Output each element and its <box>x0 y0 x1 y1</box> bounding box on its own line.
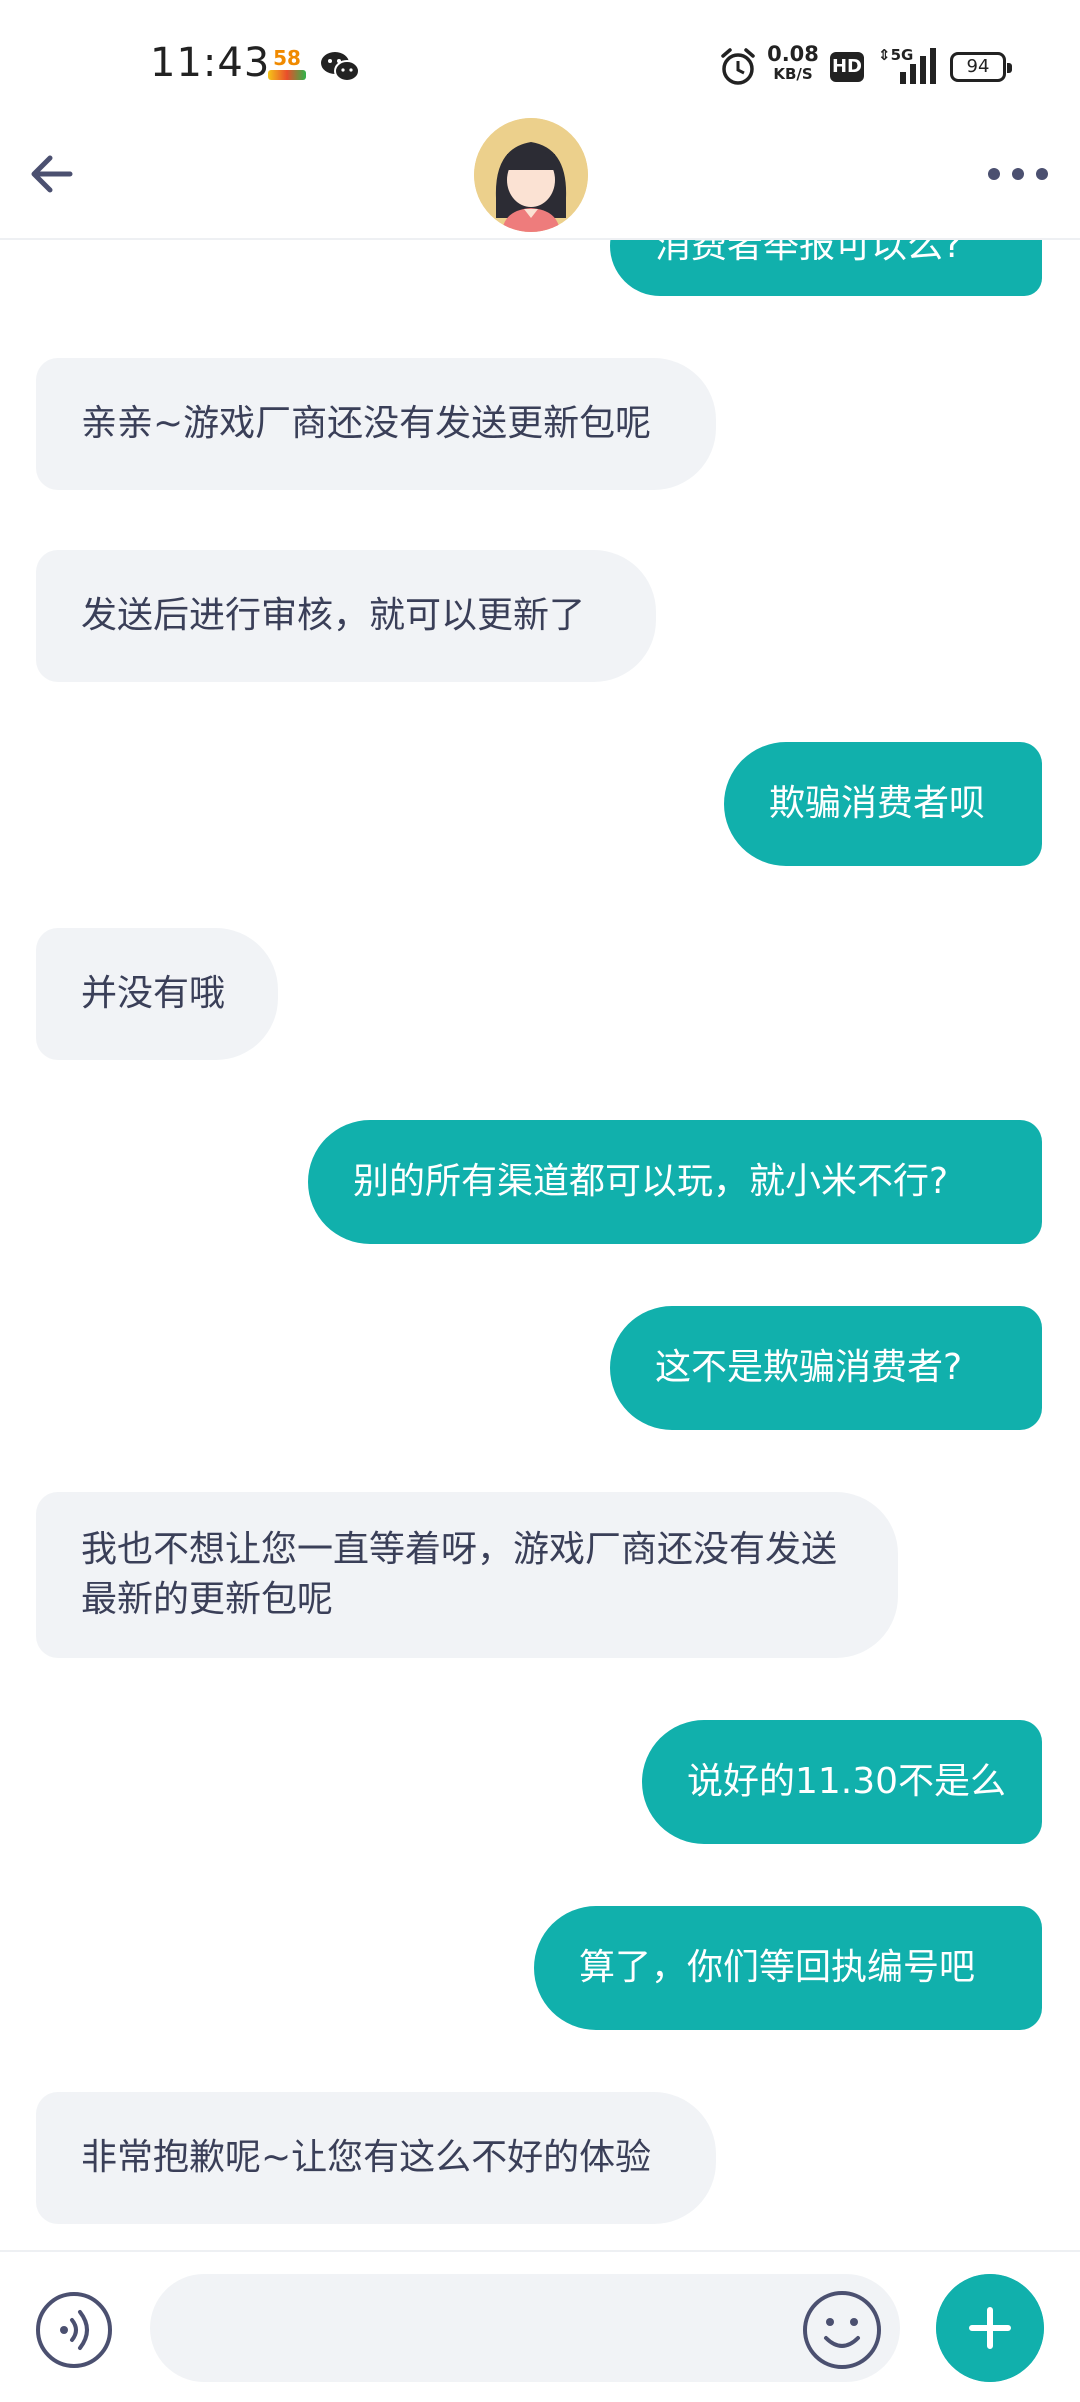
message-text: 别的所有渠道都可以玩，就小米不行? <box>353 1161 949 1202</box>
message-text: 这不是欺骗消费者? <box>655 1347 963 1388</box>
message-bubble-user: 这不是欺骗消费者? <box>610 1306 1042 1430</box>
message-text: 消费者举报可以么? <box>655 238 963 266</box>
speed-unit: KB/S <box>773 65 813 83</box>
plus-icon[interactable] <box>936 2274 1044 2382</box>
message-bubble-user: 算了，你们等回执编号吧 <box>534 1906 1042 2030</box>
battery-indicator: 94 <box>950 52 1012 82</box>
message-text: 欺骗消费者呗 <box>769 783 986 824</box>
arrow-left-icon[interactable] <box>24 146 80 202</box>
message-text: 并没有哦 <box>81 973 226 1014</box>
chat-header <box>0 118 1080 240</box>
chat-messages[interactable]: 消费者举报可以么? 亲亲~游戏厂商还没有发送更新包呢 发送后进行审核，就可以更新… <box>0 238 1080 2228</box>
cartoon-girl-avatar-icon <box>474 118 588 232</box>
message-bubble-agent: 并没有哦 <box>36 928 278 1060</box>
signal-5g-icon: ⇕5G <box>878 46 936 84</box>
message-bubble-agent: 发送后进行审核，就可以更新了 <box>36 550 656 682</box>
voice-input-icon[interactable] <box>34 2290 114 2370</box>
message-input[interactable] <box>150 2274 900 2382</box>
alarm-icon <box>721 48 755 85</box>
message-text: 发送后进行审核，就可以更新了 <box>81 595 586 636</box>
emoji-icon[interactable] <box>800 2288 884 2372</box>
hd-badge: HD <box>830 52 864 82</box>
message-bubble-user: 别的所有渠道都可以玩，就小米不行? <box>308 1120 1042 1244</box>
avatar[interactable] <box>474 118 588 232</box>
svg-text:⇕5G: ⇕5G <box>878 46 913 64</box>
status-bar: 11:43 58 0.08 KB/S HD ⇕5G 94 <box>0 0 1080 118</box>
message-bubble-user: 说好的11.30不是么 <box>642 1720 1042 1844</box>
speed-value: 0.08 <box>767 42 819 66</box>
message-text: 非常抱歉呢~让您有这么不好的体验 <box>81 2137 652 2178</box>
message-bubble-user: 消费者举报可以么? <box>610 238 1042 296</box>
message-bubble-user: 欺骗消费者呗 <box>724 742 1042 866</box>
message-text: 亲亲~游戏厂商还没有发送更新包呢 <box>81 403 652 444</box>
app-58-icon: 58 <box>268 48 306 84</box>
message-text: 说好的11.30不是么 <box>687 1761 1007 1802</box>
message-bubble-agent: 我也不想让您一直等着呀，游戏厂商还没有发送最新的更新包呢 <box>36 1492 898 1658</box>
message-bubble-agent: 亲亲~游戏厂商还没有发送更新包呢 <box>36 358 716 490</box>
more-dots-icon[interactable] <box>984 154 1052 194</box>
message-text: 算了，你们等回执编号吧 <box>579 1947 976 1988</box>
input-bar <box>0 2250 1080 2402</box>
status-time: 11:43 <box>150 40 271 86</box>
wechat-icon <box>321 52 360 82</box>
message-text: 我也不想让您一直等着呀，游戏厂商还没有发送最新的更新包呢 <box>81 1529 838 1620</box>
network-speed: 0.08 KB/S <box>764 44 822 90</box>
message-bubble-agent: 非常抱歉呢~让您有这么不好的体验 <box>36 2092 716 2224</box>
